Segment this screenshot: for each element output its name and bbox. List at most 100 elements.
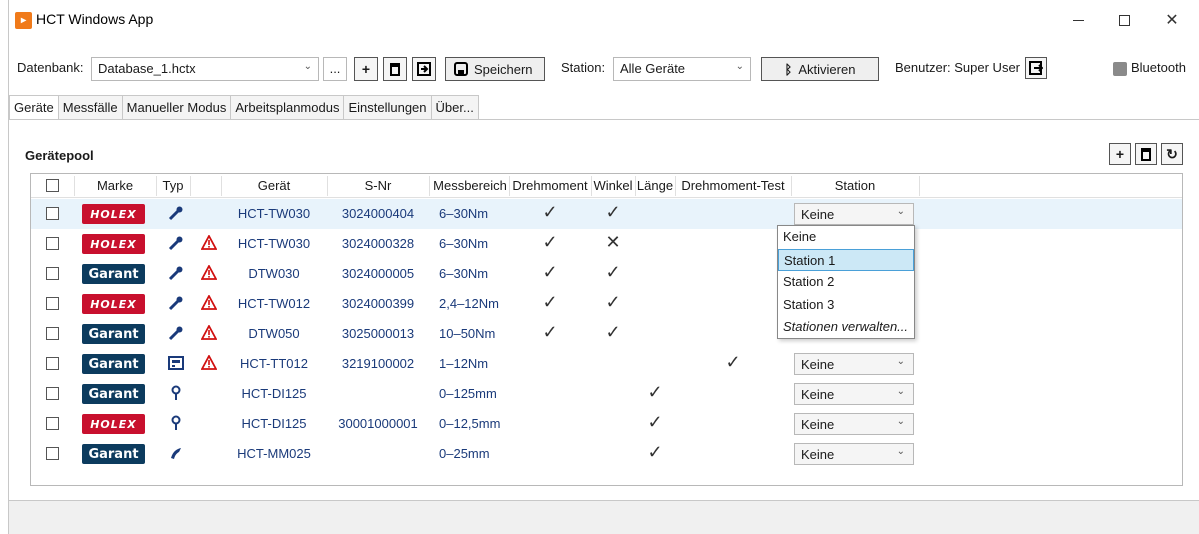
table-row[interactable]: Garant DTW050 3025000013 10–50Nm ✓ ✓ — [31, 319, 1182, 349]
torque-wrench-icon — [168, 205, 184, 221]
import-button[interactable] — [412, 57, 436, 81]
header-geraet[interactable]: Gerät — [221, 178, 327, 193]
minimize-icon — [1072, 19, 1084, 21]
header-winkel[interactable]: Winkel — [591, 178, 635, 193]
table-row[interactable]: HOLEX HCT-DI125 30001000001 0–12,5mm ✓ Keine ⌄ — [31, 409, 1182, 439]
logout-button[interactable] — [1025, 57, 1047, 79]
header-drehmoment-test[interactable]: Drehmoment-Test — [675, 178, 791, 193]
minimize-button[interactable] — [1055, 0, 1101, 40]
angle-mark: ✓ — [605, 202, 621, 222]
header-snr[interactable]: S-Nr — [327, 178, 429, 193]
measurement-range: 1–12Nm — [439, 356, 489, 371]
table-row[interactable]: HOLEX HCT-TW012 3024000399 2,4–12Nm ✓ ✓ — [31, 289, 1182, 319]
table-row[interactable]: Garant HCT-TT012 3219100002 1–12Nm ✓ Keine ⌄ — [31, 349, 1182, 379]
device-name: HCT-DI125 — [241, 386, 307, 401]
tab-einstellungen[interactable]: Einstellungen — [344, 95, 432, 120]
save-button[interactable]: Speichern — [445, 57, 545, 81]
measurement-range: 10–50Nm — [439, 326, 496, 341]
header-messbereich[interactable]: Messbereich — [431, 178, 509, 193]
torque-test-mark: ✓ — [725, 352, 741, 372]
chevron-down-icon: ⌄ — [303, 61, 312, 72]
row-checkbox[interactable] — [46, 207, 59, 220]
tab-geraete[interactable]: Geräte — [9, 95, 59, 120]
bluetooth-toggle[interactable] — [1113, 62, 1127, 76]
angle-mark: ✕ — [605, 232, 621, 252]
station-option-station-1[interactable]: Station 1 — [778, 248, 914, 271]
header-drehmoment[interactable]: Drehmoment — [509, 178, 591, 193]
row-checkbox[interactable] — [46, 417, 59, 430]
maximize-button[interactable] — [1101, 0, 1147, 40]
header-laenge[interactable]: Länge — [635, 178, 675, 193]
dial-indicator-icon — [168, 385, 184, 401]
station-dropdown-popup: Keine Station 1 Station 2 Station 3 Stat… — [777, 225, 915, 339]
table-row[interactable]: HOLEX HCT-TW030 3024000404 6–30Nm ✓ ✓ Keine ⌄ — [31, 199, 1182, 229]
station-select[interactable]: Keine ⌄ — [794, 203, 914, 225]
close-button[interactable]: ✕ — [1149, 0, 1195, 40]
table-row[interactable]: Garant HCT-MM025 0–25mm ✓ Keine ⌄ — [31, 439, 1182, 469]
row-checkbox[interactable] — [46, 357, 59, 370]
add-database-button[interactable]: + — [354, 57, 378, 81]
station-option-manage[interactable]: Stationen verwalten... — [778, 316, 914, 339]
brand-logo: Garant — [82, 264, 145, 284]
browse-button[interactable]: ... — [323, 57, 347, 81]
database-select[interactable]: Database_1.hctx ⌄ — [91, 57, 319, 81]
device-name: HCT-DI125 — [241, 416, 307, 431]
tab-divider — [9, 119, 1199, 120]
station-option-keine[interactable]: Keine — [778, 226, 914, 249]
chevron-down-icon: ⌄ — [896, 416, 905, 427]
delete-database-button[interactable] — [383, 57, 407, 81]
bluetooth-label: Bluetooth — [1131, 60, 1186, 75]
brand-logo: Garant — [82, 444, 145, 464]
station-select[interactable]: Keine ⌄ — [794, 353, 914, 375]
table-row[interactable]: HOLEX HCT-TW030 3024000328 6–30Nm ✓ ✕ — [31, 229, 1182, 259]
brand-logo: HOLEX — [82, 234, 145, 254]
trash-icon — [1141, 148, 1151, 161]
torque-mark: ✓ — [542, 262, 558, 282]
header-marke[interactable]: Marke — [74, 178, 156, 193]
table-row[interactable]: Garant DTW030 3024000005 6–30Nm ✓ ✓ — [31, 259, 1182, 289]
row-checkbox[interactable] — [46, 237, 59, 250]
torque-wrench-icon — [168, 265, 184, 281]
activate-label: Aktivieren — [798, 61, 856, 77]
row-checkbox[interactable] — [46, 447, 59, 460]
station-filter-select[interactable]: Alle Geräte ⌄ — [613, 57, 751, 81]
warning-icon — [200, 324, 218, 341]
window-title: HCT Windows App — [36, 11, 154, 27]
chevron-down-icon: ⌄ — [896, 356, 905, 367]
select-all-checkbox[interactable] — [46, 179, 59, 192]
tab-messfaelle[interactable]: Messfälle — [58, 95, 123, 120]
dial-indicator-icon — [168, 415, 184, 431]
table-row[interactable]: Garant HCT-DI125 0–125mm ✓ Keine ⌄ — [31, 379, 1182, 409]
tab-manueller-modus[interactable]: Manueller Modus — [122, 95, 232, 120]
row-checkbox[interactable] — [46, 387, 59, 400]
device-name: HCT-TW012 — [237, 296, 311, 311]
torque-mark: ✓ — [542, 202, 558, 222]
refresh-button[interactable]: ↻ — [1161, 143, 1183, 165]
device-name: HCT-TT012 — [240, 356, 308, 371]
brand-logo: Garant — [82, 384, 145, 404]
app-logo-icon: ▸ — [15, 12, 32, 29]
header-typ[interactable]: Typ — [156, 178, 190, 193]
device-name: DTW050 — [248, 326, 300, 341]
station-select[interactable]: Keine ⌄ — [794, 413, 914, 435]
row-checkbox[interactable] — [46, 267, 59, 280]
tab-arbeitsplanmodus[interactable]: Arbeitsplanmodus — [231, 95, 345, 120]
brand-logo: Garant — [82, 354, 145, 374]
tab-ueber[interactable]: Über... — [431, 95, 479, 120]
torque-mark: ✓ — [542, 232, 558, 252]
station-select[interactable]: Keine ⌄ — [794, 383, 914, 405]
add-device-button[interactable]: + — [1109, 143, 1131, 165]
station-select[interactable]: Keine ⌄ — [794, 443, 914, 465]
activate-button[interactable]: ᛒ Aktivieren — [761, 57, 879, 81]
trash-icon — [390, 63, 400, 76]
station-option-station-2[interactable]: Station 2 — [778, 271, 914, 294]
row-checkbox[interactable] — [46, 327, 59, 340]
database-label: Datenbank: — [17, 60, 84, 75]
header-station[interactable]: Station — [791, 178, 919, 193]
station-option-station-3[interactable]: Station 3 — [778, 294, 914, 317]
device-name: HCT-TW030 — [237, 206, 311, 221]
station-value: Keine — [801, 357, 835, 372]
refresh-icon: ↻ — [1166, 145, 1178, 162]
delete-device-button[interactable] — [1135, 143, 1157, 165]
row-checkbox[interactable] — [46, 297, 59, 310]
